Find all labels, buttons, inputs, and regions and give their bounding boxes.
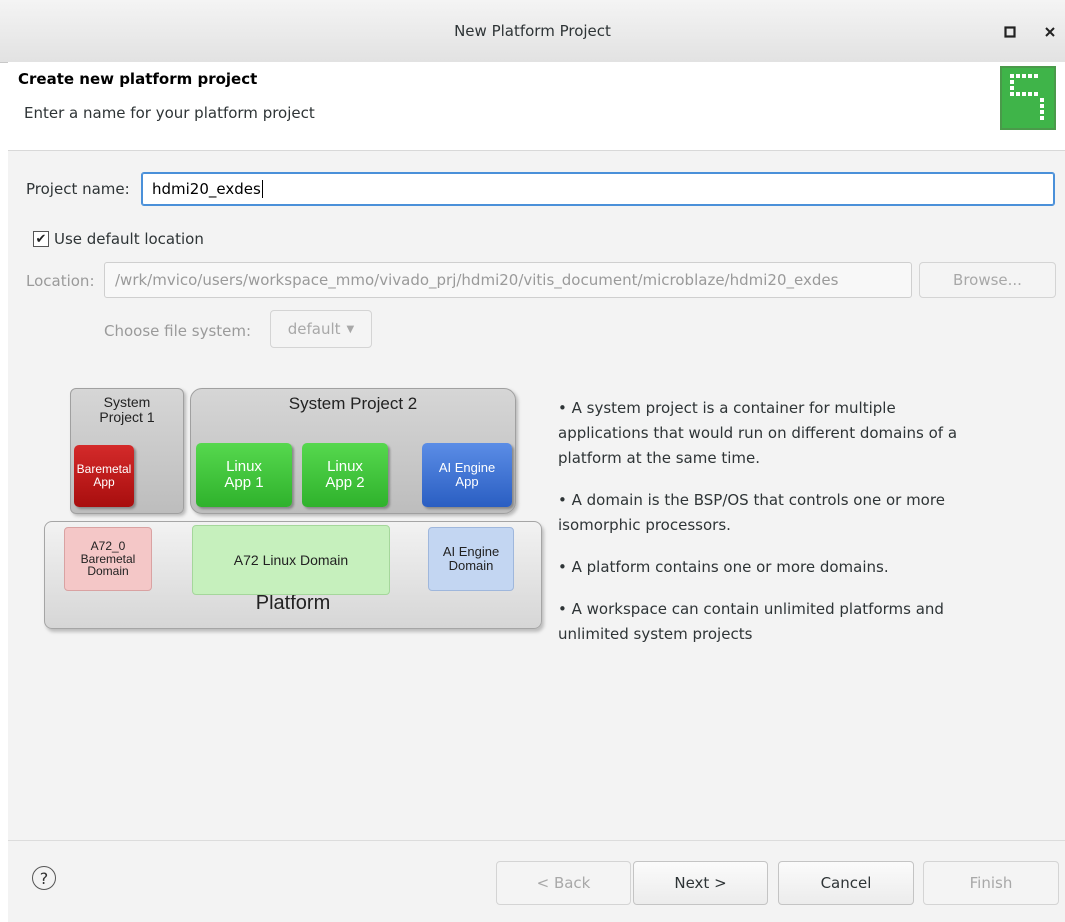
use-default-location-label[interactable]: Use default location xyxy=(54,230,204,248)
wizard-description: Enter a name for your platform project xyxy=(24,104,315,122)
linux-domain-box: A72 Linux Domain xyxy=(192,525,390,595)
window-title: New Platform Project xyxy=(454,22,611,40)
project-name-value: hdmi20_exdes xyxy=(152,180,261,198)
ai-engine-app-box: AI Engine App xyxy=(422,443,512,507)
project-name-input[interactable]: hdmi20_exdes xyxy=(141,172,1055,206)
linux-app-2-box: Linux App 2 xyxy=(302,443,388,507)
info-panel: • A system project is a container for mu… xyxy=(558,396,988,664)
file-system-value: default xyxy=(287,320,341,338)
finish-button[interactable]: Finish xyxy=(923,861,1059,905)
info-bullet-3: • A platform contains one or more domain… xyxy=(558,558,889,576)
baremetal-domain-box: A72_0 Baremetal Domain xyxy=(64,527,152,591)
cancel-button[interactable]: Cancel xyxy=(778,861,914,905)
ai-engine-domain-box: AI Engine Domain xyxy=(428,527,514,591)
help-icon[interactable]: ? xyxy=(32,866,56,890)
maximize-icon[interactable] xyxy=(998,20,1022,44)
info-bullet-4: • A workspace can contain unlimited plat… xyxy=(558,600,944,643)
file-system-dropdown[interactable]: default ▼ xyxy=(270,310,372,348)
vitis-logo-icon xyxy=(1000,66,1056,130)
back-button[interactable]: < Back xyxy=(496,861,631,905)
project-name-label: Project name: xyxy=(26,180,130,198)
chevron-down-icon: ▼ xyxy=(346,323,355,335)
wizard-title: Create new platform project xyxy=(18,70,258,88)
location-label: Location: xyxy=(26,272,95,290)
file-system-label: Choose file system: xyxy=(104,322,252,340)
baremetal-app-box: Baremetal App xyxy=(74,445,134,507)
location-input[interactable]: /wrk/mvico/users/workspace_mmo/vivado_pr… xyxy=(104,262,912,298)
info-bullet-1: • A system project is a container for mu… xyxy=(558,399,958,467)
platform-diagram: Platform System Project 1 System Project… xyxy=(44,385,546,633)
location-value: /wrk/mvico/users/workspace_mmo/vivado_pr… xyxy=(115,271,839,289)
browse-button[interactable]: Browse... xyxy=(919,262,1056,298)
linux-app-1-box: Linux App 1 xyxy=(196,443,292,507)
next-button[interactable]: Next > xyxy=(633,861,768,905)
use-default-location-checkbox[interactable]: ✔ xyxy=(33,231,49,247)
info-bullet-2: • A domain is the BSP/OS that controls o… xyxy=(558,491,945,534)
close-icon[interactable] xyxy=(1038,20,1062,44)
